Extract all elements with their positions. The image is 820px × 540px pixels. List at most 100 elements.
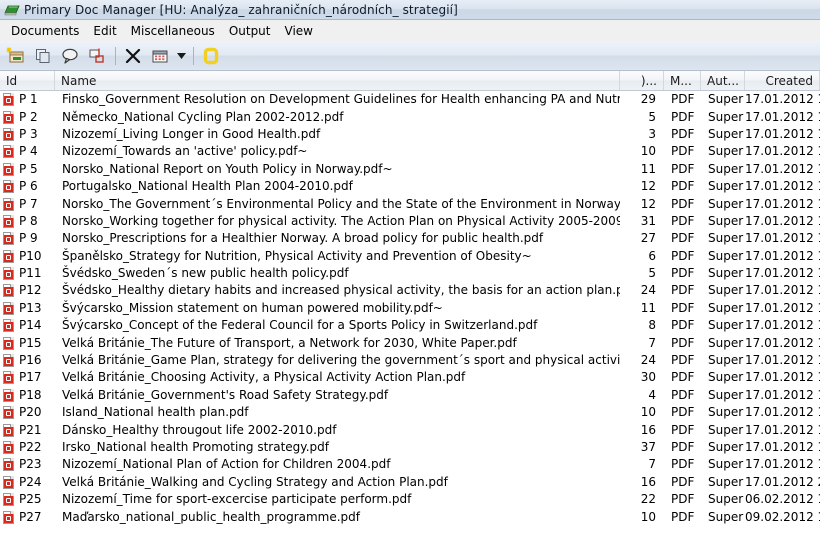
- cell-created: 09.02.2012 14:43:33: [745, 509, 820, 524]
- pdf-file-icon: [0, 319, 16, 333]
- cell-media: PDF: [671, 318, 695, 333]
- table-row[interactable]: P18 Velká Británie_Government's Road Safe…: [0, 387, 820, 404]
- column-header-id[interactable]: Id: [0, 71, 55, 90]
- column-header-media[interactable]: M...: [664, 71, 701, 90]
- menu-item-edit[interactable]: Edit: [86, 22, 123, 40]
- comment-icon[interactable]: [58, 44, 82, 68]
- delete-icon[interactable]: [121, 44, 145, 68]
- cell-pages: 5: [648, 266, 656, 281]
- assign-document-icon[interactable]: [85, 44, 109, 68]
- table-row[interactable]: P11 Švédsko_Sweden´s new public health po…: [0, 265, 820, 282]
- cell-created: 17.01.2012 18:37:57: [745, 213, 820, 228]
- column-header-created[interactable]: Created: [745, 71, 820, 90]
- table-row[interactable]: P24 Velká Británie_Walking and Cycling St…: [0, 474, 820, 491]
- table-row[interactable]: P22 Irsko_National health Promoting strat…: [0, 439, 820, 456]
- cell-name: Velká Británie_Walking and Cycling Strat…: [62, 474, 448, 489]
- cell-pages: 30: [640, 370, 656, 385]
- table-row[interactable]: P15 Velká Británie_The Future of Transpor…: [0, 334, 820, 351]
- table-view-icon[interactable]: [148, 44, 172, 68]
- cell-author: Super: [708, 161, 744, 176]
- menu-item-miscellaneous[interactable]: Miscellaneous: [124, 22, 222, 40]
- cell-author: Super: [708, 509, 744, 524]
- green-book-icon: [4, 2, 20, 18]
- cell-name: Velká Británie_Choosing Activity, a Phys…: [62, 370, 466, 385]
- cell-pages: 11: [640, 300, 656, 315]
- table-row[interactable]: P12 Švédsko_Healthy dietary habits and in…: [0, 282, 820, 299]
- menu-item-documents[interactable]: Documents: [4, 22, 86, 40]
- menu-item-view[interactable]: View: [278, 22, 320, 40]
- cell-pages: 7: [648, 457, 656, 472]
- cell-pages: 37: [640, 440, 656, 454]
- table-row[interactable]: P21 Dánsko_Healthy througout life 2002-20…: [0, 421, 820, 438]
- copy-documents-icon[interactable]: [31, 44, 55, 68]
- cell-id: P20: [19, 405, 42, 420]
- cell-name: Maďarsko_national_public_health_programm…: [62, 509, 361, 524]
- cell-name: Nizozemí_National Plan of Action for Chi…: [62, 457, 391, 472]
- table-row[interactable]: P16 Velká Británie_Game Plan, strategy fo…: [0, 352, 820, 369]
- pdf-file-icon: [0, 249, 16, 263]
- cell-media: PDF: [671, 213, 695, 228]
- table-row[interactable]: P14 Švýcarsko_Concept of the Federal Coun…: [0, 317, 820, 334]
- menu-bar: Documents Edit Miscellaneous Output View: [0, 20, 820, 41]
- cell-media: PDF: [671, 387, 695, 402]
- cell-name: Švédsko_Sweden´s new public health polic…: [62, 266, 349, 281]
- cell-created: 17.01.2012 18:37:57: [745, 144, 820, 159]
- pdf-file-icon: [0, 371, 16, 385]
- cell-created: 17.01.2012 18:37:57: [745, 283, 820, 298]
- cell-pages: 10: [640, 509, 656, 524]
- menu-item-output[interactable]: Output: [222, 22, 278, 40]
- toolbar: [0, 41, 820, 71]
- table-row[interactable]: P23 Nizozemí_National Plan of Action for …: [0, 456, 820, 473]
- cell-name: Nizozemí_Towards an 'active' policy.pdf~: [62, 144, 308, 159]
- column-header-pages[interactable]: )...: [620, 71, 664, 90]
- cell-id: P13: [19, 300, 42, 315]
- table-row[interactable]: P 5 Norsko_National Report on Youth Polic…: [0, 161, 820, 178]
- pdf-file-icon: [0, 214, 16, 228]
- cell-id: P15: [19, 335, 42, 350]
- cell-pages: 24: [640, 283, 656, 298]
- table-row[interactable]: P13 Švýcarsko_Mission statement on human …: [0, 300, 820, 317]
- pdf-file-icon: [0, 336, 16, 350]
- pdf-file-icon: [0, 510, 16, 524]
- pdf-file-icon: [0, 267, 16, 281]
- cell-pages: 31: [640, 213, 656, 228]
- table-row[interactable]: P20 Island_National health plan.pdf 10 PDF S…: [0, 404, 820, 421]
- column-header-name[interactable]: Name: [55, 71, 620, 90]
- cell-author: Super: [708, 492, 744, 507]
- cell-pages: 29: [640, 92, 656, 107]
- cell-id: P11: [19, 266, 42, 281]
- cell-author: Super: [708, 353, 744, 368]
- cell-name: Dánsko_Healthy througout life 2002-2010.…: [62, 422, 337, 437]
- window-title: Primary Doc Manager [HU: Analýza_ zahran…: [24, 2, 458, 17]
- table-row[interactable]: P10 Španělsko_Strategy for Nutrition, Phy…: [0, 248, 820, 265]
- cell-media: PDF: [671, 266, 695, 281]
- table-row[interactable]: P17 Velká Británie_Choosing Activity, a P…: [0, 369, 820, 386]
- table-row[interactable]: P27 Maďarsko_national_public_health_progr…: [0, 508, 820, 525]
- table-row[interactable]: P 6 Portugalsko_National Health Plan 2004…: [0, 178, 820, 195]
- cell-id: P12: [19, 283, 42, 298]
- pdf-file-icon: [0, 93, 16, 107]
- new-document-icon[interactable]: [4, 44, 28, 68]
- highlight-icon[interactable]: [199, 44, 223, 68]
- cell-pages: 11: [640, 161, 656, 176]
- table-row[interactable]: P 4 Nizozemí_Towards an 'active' policy.p…: [0, 143, 820, 160]
- table-row[interactable]: P 2 Německo_National Cycling Plan 2002-20…: [0, 108, 820, 125]
- cell-media: PDF: [671, 440, 695, 454]
- table-row[interactable]: P 3 Nizozemí_Living Longer in Good Health…: [0, 126, 820, 143]
- cell-name: Švýcarsko_Mission statement on human pow…: [62, 300, 443, 315]
- cell-author: Super: [708, 422, 744, 437]
- cell-id: P 2: [19, 109, 38, 124]
- table-row[interactable]: P25 Nizozemí_Time for sport-excercise par…: [0, 491, 820, 508]
- table-row[interactable]: P 1 Finsko_Government Resolution on Devel…: [0, 91, 820, 108]
- cell-media: PDF: [671, 283, 695, 298]
- cell-name: Velká Británie_The Future of Transport, …: [62, 335, 517, 350]
- table-row[interactable]: P 7 Norsko_The Government´s Environmental…: [0, 195, 820, 212]
- cell-created: 06.02.2012 10:17:55: [745, 492, 820, 507]
- cell-created: 17.01.2012 18:37:58: [745, 457, 820, 472]
- cell-pages: 8: [648, 318, 656, 333]
- dropdown-arrow-icon[interactable]: [175, 44, 187, 68]
- table-row[interactable]: P 9 Norsko_Prescriptions for a Healthier …: [0, 230, 820, 247]
- cell-media: PDF: [671, 300, 695, 315]
- table-row[interactable]: P 8 Norsko_Working together for physical …: [0, 213, 820, 230]
- column-header-author[interactable]: Aut...: [701, 71, 745, 90]
